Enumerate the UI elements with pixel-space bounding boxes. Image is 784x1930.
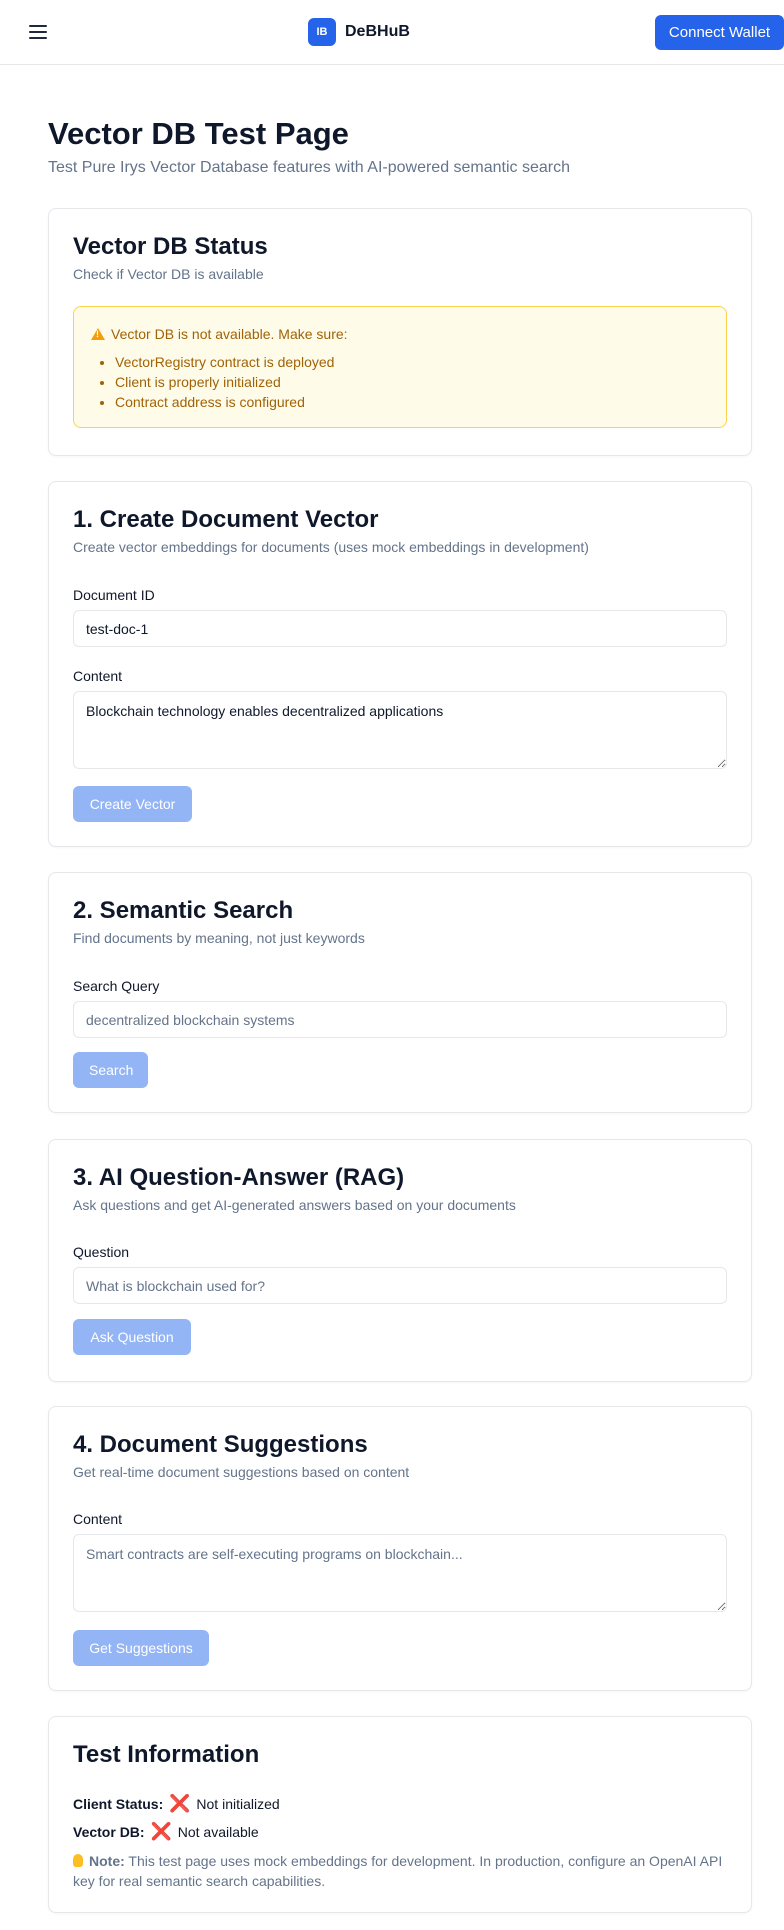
client-status-value: Not initialized <box>196 1796 280 1812</box>
status-title: Vector DB Status <box>73 233 268 260</box>
alert-title: Vector DB is not available. Make sure: <box>111 326 348 342</box>
list-item: VectorRegistry contract is deployed <box>115 352 334 372</box>
note-text: This test page uses mock embeddings for … <box>73 1853 723 1889</box>
note: Note: This test page uses mock embedding… <box>73 1851 733 1891</box>
alert-list: VectorRegistry contract is deployed Clie… <box>115 352 334 412</box>
create-desc: Create vector embeddings for documents (… <box>73 539 589 555</box>
page-subtitle: Test Pure Irys Vector Database features … <box>48 159 571 176</box>
status-alert: Vector DB is not available. Make sure: V… <box>73 306 727 428</box>
document-id-input[interactable] <box>73 610 727 647</box>
warning-icon <box>91 328 105 340</box>
menu-icon[interactable] <box>27 21 49 43</box>
vector-db-value: Not available <box>177 1824 259 1840</box>
status-card: Vector DB Status Check if Vector DB is a… <box>48 208 752 456</box>
question-label: Question <box>73 1244 130 1260</box>
list-item: Client is properly initialized <box>115 372 334 392</box>
create-card: 1. Create Document Vector Create vector … <box>48 481 752 847</box>
search-button[interactable]: Search <box>73 1052 148 1088</box>
note-label: Note: <box>89 1853 125 1869</box>
content-label: Content <box>73 668 123 684</box>
info-card: Test Information Client Status: ❌ Not in… <box>48 1716 752 1913</box>
suggest-content-label: Content <box>73 1511 123 1527</box>
info-title: Test Information <box>73 1741 260 1768</box>
search-card: 2. Semantic Search Find documents by mea… <box>48 872 752 1113</box>
search-title: 2. Semantic Search <box>73 897 294 924</box>
ask-question-button[interactable]: Ask Question <box>73 1319 191 1355</box>
top-bar: IB DeBHuB Connect Wallet <box>0 0 784 65</box>
client-status-label: Client Status: <box>73 1796 164 1812</box>
page-title: Vector DB Test Page <box>48 116 349 151</box>
brand[interactable]: IB DeBHuB <box>308 18 410 46</box>
create-vector-button[interactable]: Create Vector <box>73 786 192 822</box>
lightbulb-icon <box>73 1854 83 1867</box>
suggest-content-textarea[interactable] <box>73 1534 727 1612</box>
vector-db-line: Vector DB: ❌ Not available <box>73 1822 259 1841</box>
rag-card: 3. AI Question-Answer (RAG) Ask question… <box>48 1139 752 1382</box>
brand-name: DeBHuB <box>345 23 410 40</box>
suggest-desc: Get real-time document suggestions based… <box>73 1464 410 1480</box>
search-query-input[interactable] <box>73 1001 727 1038</box>
connect-wallet-button[interactable]: Connect Wallet <box>655 15 784 50</box>
rag-desc: Ask questions and get AI-generated answe… <box>73 1197 516 1213</box>
logo: IB <box>308 18 336 46</box>
x-icon: ❌ <box>150 1822 172 1841</box>
status-desc: Check if Vector DB is available <box>73 266 264 282</box>
client-status-line: Client Status: ❌ Not initialized <box>73 1794 280 1813</box>
question-input[interactable] <box>73 1267 727 1304</box>
get-suggestions-button[interactable]: Get Suggestions <box>73 1630 209 1666</box>
search-query-label: Search Query <box>73 978 160 994</box>
list-item: Contract address is configured <box>115 392 334 412</box>
document-id-label: Document ID <box>73 587 155 603</box>
x-icon: ❌ <box>169 1794 191 1813</box>
vector-db-label: Vector DB: <box>73 1824 145 1840</box>
suggest-title: 4. Document Suggestions <box>73 1431 368 1458</box>
suggest-card: 4. Document Suggestions Get real-time do… <box>48 1406 752 1691</box>
rag-title: 3. AI Question-Answer (RAG) <box>73 1164 405 1191</box>
content-textarea[interactable]: Blockchain technology enables decentrali… <box>73 691 727 769</box>
create-title: 1. Create Document Vector <box>73 506 379 533</box>
search-desc: Find documents by meaning, not just keyw… <box>73 930 365 946</box>
